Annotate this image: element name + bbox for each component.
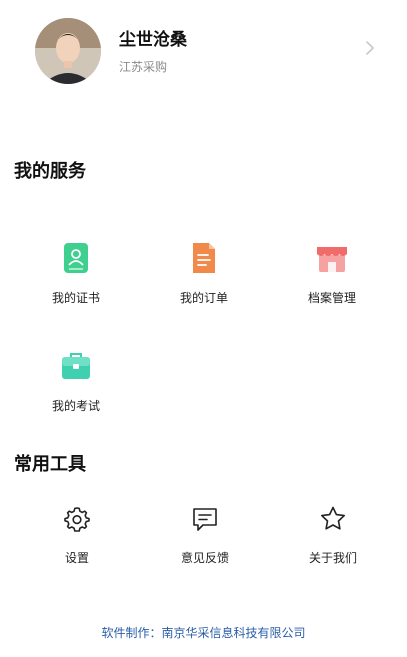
service-label: 我的订单: [179, 291, 228, 305]
avatar[interactable]: [35, 18, 101, 84]
user-organization: 江苏采购: [119, 60, 168, 74]
service-label: 档案管理: [307, 291, 356, 305]
user-name: 尘世沧桑: [119, 30, 187, 50]
star-icon: [321, 506, 345, 530]
tools-section-title: 常用工具: [14, 454, 86, 475]
avatar-photo: [35, 18, 101, 84]
profile-header[interactable]: 尘世沧桑 江苏采购: [0, 0, 407, 100]
service-label: 我的考试: [51, 399, 100, 413]
service-certificate[interactable]: 我的证书: [21, 241, 131, 321]
tool-label: 意见反馈: [180, 551, 229, 565]
service-order[interactable]: 我的订单: [149, 241, 259, 321]
tool-feedback[interactable]: 意见反馈: [150, 505, 260, 575]
services-section-title: 我的服务: [14, 161, 86, 182]
service-exam[interactable]: 我的考试: [21, 349, 131, 429]
chevron-right-icon[interactable]: [363, 38, 377, 58]
order-document-icon: [193, 243, 215, 273]
feedback-icon: [193, 508, 217, 531]
certificate-icon: [64, 243, 88, 273]
storefront-icon: [317, 247, 347, 272]
tool-label: 设置: [64, 551, 89, 565]
tool-label: 关于我们: [308, 551, 357, 565]
briefcase-icon: [62, 353, 90, 379]
service-archive[interactable]: 档案管理: [277, 241, 387, 321]
service-label: 我的证书: [51, 291, 100, 305]
gear-icon: [64, 507, 90, 532]
tool-about[interactable]: 关于我们: [278, 505, 388, 575]
tool-settings[interactable]: 设置: [22, 505, 132, 575]
footer-credit: 软件制作：南京华采信息科技有限公司: [101, 626, 306, 640]
